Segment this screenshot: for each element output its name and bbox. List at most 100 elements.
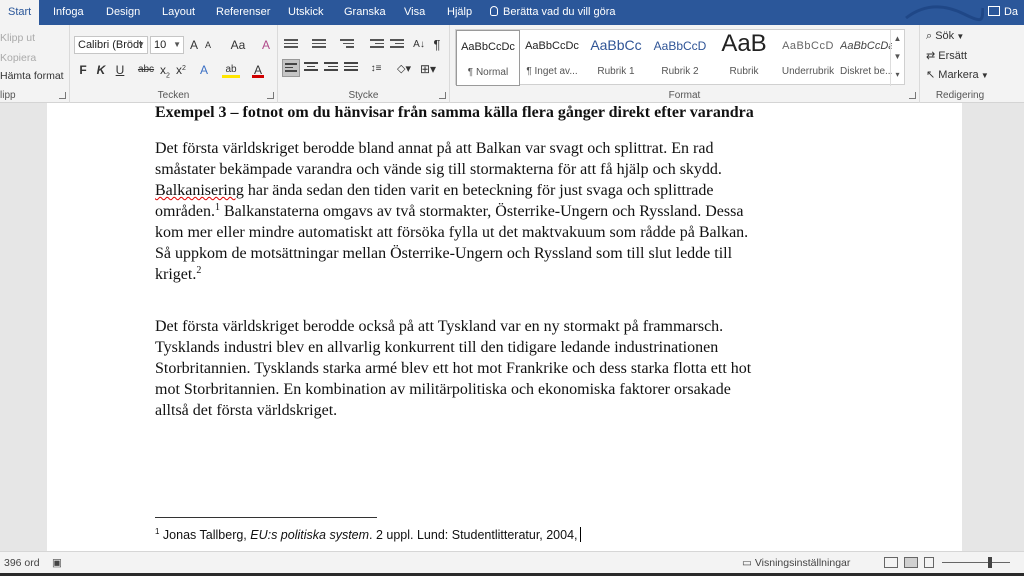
misspelled-word[interactable]: Balkanisering xyxy=(155,182,244,199)
proofing-icon[interactable]: ▣ xyxy=(52,552,62,574)
italic-button[interactable]: K xyxy=(94,61,108,79)
tab-layout[interactable]: Layout xyxy=(160,0,197,25)
share-icon xyxy=(987,6,1000,16)
clear-formatting-button[interactable]: A xyxy=(258,36,274,54)
text-span: Balkanstaterna omgavs av två stormakter,… xyxy=(219,203,744,220)
font-size-select[interactable]: 10 ▼ xyxy=(150,36,184,54)
highlight-button[interactable]: ab xyxy=(220,61,242,79)
line-spacing-icon[interactable]: ↕≡ xyxy=(366,60,386,78)
tab-hjalp[interactable]: Hjälp xyxy=(445,0,474,25)
replace-label: Ersätt xyxy=(938,50,968,62)
paragraph-group: A↓ ¶ ↕≡ ◇▾ ⊞▾ Stycke xyxy=(278,25,450,103)
justify-icon[interactable] xyxy=(342,59,360,77)
tab-referenser[interactable]: Referenser xyxy=(214,0,272,25)
font-size-value: 10 xyxy=(154,39,167,51)
sort-icon[interactable]: A↓ xyxy=(412,36,426,54)
text-span: har ända sedan den tiden varit en beteck… xyxy=(243,182,714,199)
style-heading-1[interactable]: AaBbCc Rubrik 1 xyxy=(584,30,648,86)
gallery-down-icon[interactable]: ▼ xyxy=(891,48,904,66)
shrink-font-button[interactable]: A xyxy=(202,36,214,54)
text-effects-icon: A xyxy=(199,63,208,77)
style-subtle-emphasis[interactable]: AaBbCcDa Diskret be... xyxy=(840,30,892,86)
style-name: Diskret be... xyxy=(840,66,892,77)
show-formatting-button[interactable]: ¶ xyxy=(430,36,444,54)
text-effects-button[interactable]: A xyxy=(196,61,212,79)
bullets-icon[interactable] xyxy=(284,39,298,51)
chevron-down-icon: ▼ xyxy=(137,40,145,49)
zoom-slider[interactable] xyxy=(942,562,1010,563)
bold-button[interactable]: F xyxy=(76,61,90,79)
font-color-button[interactable]: A xyxy=(250,61,266,79)
find-button[interactable]: ⌕ Sök ▼ xyxy=(926,30,964,43)
print-layout-icon[interactable] xyxy=(904,557,918,568)
format-painter-button[interactable]: Hämta format xyxy=(0,70,64,82)
subscript-button[interactable]: x2 xyxy=(158,61,172,79)
tab-start[interactable]: Start xyxy=(0,0,40,25)
cut-button[interactable]: Klipp ut xyxy=(0,32,35,44)
gallery-up-icon[interactable]: ▲ xyxy=(891,30,904,48)
footnote-ref[interactable]: 2 xyxy=(196,265,201,276)
superscript-button[interactable]: x2 xyxy=(174,61,188,79)
text-line: kriget.2 xyxy=(155,264,855,285)
footnote-1[interactable]: 1 Jonas Tallberg, EU:s politiska system.… xyxy=(155,527,581,542)
format-painter-label: Hämta format xyxy=(0,70,64,82)
italic-icon: K xyxy=(96,63,106,77)
tab-visa[interactable]: Visa xyxy=(402,0,427,25)
style-subtitle[interactable]: AaBbCcD Underrubrik xyxy=(776,30,840,86)
copy-button[interactable]: Kopiera xyxy=(0,52,36,64)
read-mode-icon[interactable] xyxy=(884,557,898,568)
view-settings-button[interactable]: ▭ Visningsinställningar xyxy=(742,552,850,574)
tab-granska[interactable]: Granska xyxy=(342,0,388,25)
highlight-icon: ab xyxy=(225,64,237,75)
style-title[interactable]: AaB Rubrik xyxy=(712,30,776,86)
style-name: ¶ Normal xyxy=(467,67,509,78)
style-normal[interactable]: AaBbCcDc ¶ Normal xyxy=(456,30,520,86)
clipboard-launcher-icon[interactable] xyxy=(59,92,66,99)
tab-infoga[interactable]: Infoga xyxy=(51,0,86,25)
gallery-more-icon[interactable]: ▾ xyxy=(891,66,904,84)
cursor-icon: ↖ xyxy=(926,69,939,81)
footnote-separator xyxy=(155,517,377,518)
text-cursor xyxy=(579,527,581,542)
style-name: ¶ Inget av... xyxy=(526,66,578,77)
tab-design[interactable]: Design xyxy=(104,0,142,25)
underline-button[interactable]: U xyxy=(112,61,128,79)
multilevel-list-icon[interactable] xyxy=(340,39,354,51)
select-label: Markera xyxy=(938,69,979,81)
align-right-icon[interactable] xyxy=(322,59,340,77)
tab-utskick[interactable]: Utskick xyxy=(286,0,325,25)
align-center-icon[interactable] xyxy=(302,59,320,77)
numbering-icon[interactable] xyxy=(312,39,326,51)
web-layout-icon[interactable] xyxy=(924,557,934,568)
increase-indent-icon[interactable] xyxy=(390,39,404,51)
paragraph-2: Det första världskriget berodde också på… xyxy=(155,316,855,421)
paragraph-launcher-icon[interactable] xyxy=(439,92,446,99)
font-family-select[interactable]: Calibri (Brödt ▼ xyxy=(74,36,148,54)
share-button[interactable]: Da xyxy=(987,0,1018,25)
share-label: Da xyxy=(1003,6,1018,18)
tell-me-box[interactable]: Berätta vad du vill göra xyxy=(490,0,616,25)
style-name: Underrubrik xyxy=(781,66,835,77)
style-heading-2[interactable]: AaBbCcD Rubrik 2 xyxy=(648,30,712,86)
shading-icon[interactable]: ◇▾ xyxy=(394,60,414,78)
decrease-indent-icon[interactable] xyxy=(370,39,384,51)
replace-button[interactable]: ⇄ Ersätt xyxy=(926,49,967,62)
change-case-button[interactable]: Aa xyxy=(226,36,250,54)
document-page[interactable]: Exempel 3 – fotnot om du hänvisar från s… xyxy=(47,103,962,551)
borders-icon[interactable]: ⊞▾ xyxy=(418,60,438,78)
ribbon: Klipp ut Kopiera Hämta format lipp Calib… xyxy=(0,25,1024,103)
strikethrough-button[interactable]: abc xyxy=(136,61,156,79)
styles-launcher-icon[interactable] xyxy=(909,92,916,99)
clear-formatting-icon: A xyxy=(261,38,270,52)
align-left-icon[interactable] xyxy=(282,59,300,77)
style-preview: AaBbCc xyxy=(590,37,642,53)
select-button[interactable]: ↖ Markera ▼ xyxy=(926,68,989,81)
zoom-slider-handle[interactable] xyxy=(988,557,992,568)
font-launcher-icon[interactable] xyxy=(267,92,274,99)
grow-font-button[interactable]: A xyxy=(187,36,201,54)
editing-group: ⌕ Sök ▼ ⇄ Ersätt ↖ Markera ▼ Redigering xyxy=(920,25,1000,103)
lightbulb-icon xyxy=(490,6,498,16)
style-no-spacing[interactable]: AaBbCcDc ¶ Inget av... xyxy=(520,30,584,86)
word-count[interactable]: 396 ord xyxy=(4,552,40,574)
text-span: områden. xyxy=(155,203,215,220)
